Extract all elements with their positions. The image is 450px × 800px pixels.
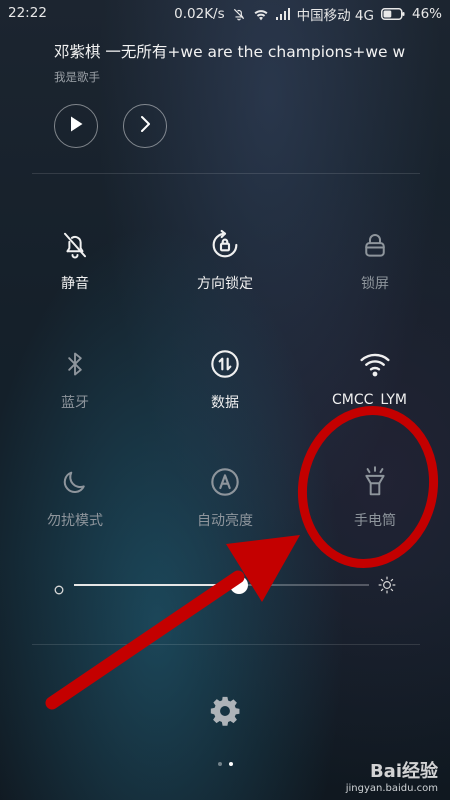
annotation-arrow-shaft bbox=[45, 570, 245, 710]
annotation-arrow-head bbox=[226, 535, 300, 602]
annotation-overlay bbox=[45, 405, 439, 710]
annotation-circle bbox=[297, 405, 439, 569]
